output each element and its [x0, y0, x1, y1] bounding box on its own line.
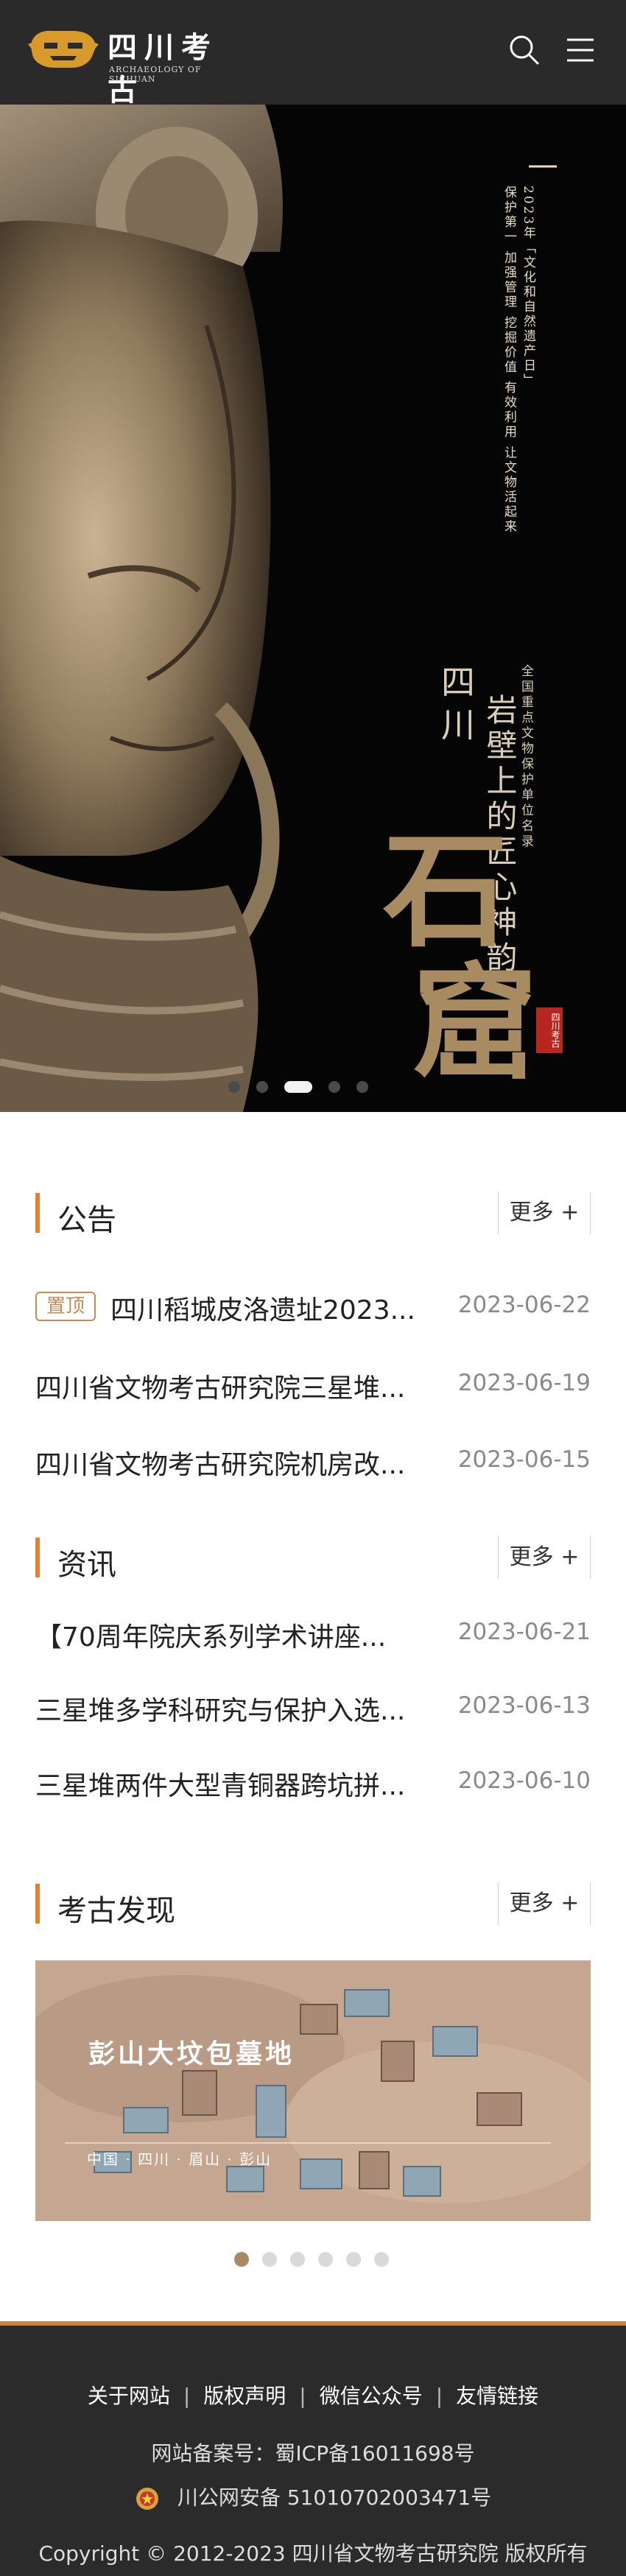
banner-region: 四川 [436, 664, 476, 750]
news-item-title[interactable]: 三星堆多学科研究与保护入选... [35, 1689, 426, 1728]
discovery-header: 考古发现 更多 + [35, 1882, 591, 1928]
news-more-button[interactable]: 更多 + [498, 1536, 591, 1579]
announcement-date: 2023-06-15 [457, 1446, 591, 1473]
banner-dot[interactable] [356, 1081, 368, 1093]
banner-dot[interactable] [256, 1081, 268, 1093]
announcements-title: 公告 [57, 1203, 116, 1237]
section-accent-bar [35, 1538, 40, 1577]
news-item-date: 2023-06-21 [457, 1619, 591, 1645]
discovery-card-subtitle: 中国 · 四川 · 眉山 · 彭山 [87, 2150, 272, 2168]
menu-button[interactable] [563, 34, 598, 66]
hero-banner-carousel[interactable]: 2023年「文化和自然遗产日」 保护第一 加强管理 挖掘价值 有效利用 让文物活… [0, 105, 626, 1112]
police-record-text: 川公网安备 51010702003471号 [177, 2485, 492, 2510]
news-item-date: 2023-06-13 [457, 1692, 591, 1719]
tomb-site-map-image [35, 1960, 591, 2221]
discovery-section: 考古发现 更多 + [35, 1882, 591, 1928]
announcements-more-button[interactable]: 更多 + [498, 1192, 591, 1234]
banner-pagination [228, 1078, 405, 1096]
discovery-dot[interactable] [346, 2252, 361, 2267]
announcement-title[interactable]: 四川省文物考古研究院三星堆... [35, 1367, 426, 1405]
copyright-text: Copyright © 2012-2023 四川省文物考古研究院 版权所有 [38, 2541, 588, 2566]
news-header: 资讯 更多 + [35, 1536, 591, 1582]
discovery-dot[interactable] [290, 2252, 305, 2267]
footer-link-friends[interactable]: 友情链接 [443, 2380, 552, 2410]
police-badge-icon [136, 2488, 158, 2510]
banner-dot[interactable] [228, 1081, 240, 1093]
banner-slogan-line2: 保护第一 加强管理 挖掘价值 有效利用 让文物活起来 [502, 186, 516, 535]
footer-separator: | [435, 2384, 443, 2408]
banner-dot[interactable] [284, 1081, 312, 1093]
discovery-dot[interactable] [318, 2252, 333, 2267]
logo-english-name: ARCHAEOLOGY OF SICHUAN [109, 65, 202, 84]
announcement-row[interactable]: 四川省文物考古研究院机房改... 2023-06-15 [35, 1437, 591, 1482]
discovery-dot[interactable] [234, 2252, 249, 2267]
pinned-badge: 置顶 [35, 1292, 96, 1321]
section-accent-bar [35, 1884, 40, 1924]
search-icon [510, 35, 539, 65]
news-row[interactable]: 三星堆多学科研究与保护入选... 2023-06-13 [35, 1683, 591, 1728]
footer-links: 关于网站 | 版权声明 | 微信公众号 | 友情链接 [0, 2380, 626, 2413]
news-row[interactable]: 三星堆两件大型青铜器跨坑拼... 2023-06-10 [35, 1759, 591, 1803]
search-button[interactable] [507, 32, 542, 68]
announcements-header: 公告 更多 + [35, 1192, 591, 1237]
announcements-section: 公告 更多 + 置顶 四川稻城皮洛遗址2023... 2023-06-22 四川… [35, 1192, 591, 1480]
footer-separator: | [183, 2384, 191, 2408]
announcement-title[interactable]: 四川省文物考古研究院机房改... [35, 1443, 426, 1482]
news-item-title[interactable]: 三星堆两件大型青铜器跨坑拼... [35, 1764, 426, 1803]
banner-slogan-line1: 2023年「文化和自然遗产日」 [521, 186, 535, 389]
discovery-slide[interactable]: 彭山大坟包墓地 中国 · 四川 · 眉山 · 彭山 [35, 1960, 591, 2221]
section-accent-bar [35, 1193, 40, 1233]
footer-separator: | [299, 2384, 306, 2408]
discovery-pagination [234, 2251, 396, 2268]
announcement-row[interactable]: 四川省文物考古研究院三星堆... 2023-06-19 [35, 1361, 591, 1405]
news-section: 资讯 更多 + 【70周年院庆系列学术讲座... 2023-06-21 三星堆多… [35, 1536, 591, 1801]
announcement-date: 2023-06-19 [457, 1370, 591, 1396]
site-footer: 关于网站 | 版权声明 | 微信公众号 | 友情链接 网站备案号：蜀ICP备16011698… [0, 2321, 626, 2576]
footer-link-wechat[interactable]: 微信公众号 [306, 2380, 436, 2410]
police-record[interactable]: 川公网安备 51010702003471号 [0, 2482, 626, 2511]
discovery-dot[interactable] [374, 2252, 389, 2267]
news-item-date: 2023-06-10 [457, 1767, 591, 1794]
discovery-dot[interactable] [262, 2252, 277, 2267]
news-item-title[interactable]: 【70周年院庆系列学术讲座... [35, 1616, 426, 1654]
announcement-date: 2023-06-22 [457, 1292, 591, 1318]
site-header: 四川考古 ARCHAEOLOGY OF SICHUAN [0, 0, 626, 108]
banner-dot[interactable] [328, 1081, 340, 1093]
red-seal-stamp: 四川考古 [536, 1007, 563, 1053]
bronze-mask-logo-icon [28, 30, 99, 68]
footer-link-copyright[interactable]: 版权声明 [190, 2380, 299, 2410]
discovery-more-button[interactable]: 更多 + [498, 1882, 591, 1925]
footer-link-about[interactable]: 关于网站 [74, 2380, 183, 2410]
announcement-title[interactable]: 四川稻城皮洛遗址2023... [110, 1289, 427, 1327]
banner-calligraphy-char-2: 窟 [412, 950, 538, 1097]
site-logo[interactable]: 四川考古 ARCHAEOLOGY OF SICHUAN [28, 22, 249, 108]
news-row[interactable]: 【70周年院庆系列学术讲座... 2023-06-21 [35, 1610, 591, 1654]
icp-record[interactable]: 网站备案号：蜀ICP备16011698号 [0, 2438, 626, 2467]
discovery-title: 考古发现 [57, 1894, 175, 1928]
announcement-row[interactable]: 置顶 四川稻城皮洛遗址2023... 2023-06-22 [35, 1283, 591, 1327]
hamburger-icon [567, 38, 594, 62]
news-title: 资讯 [57, 1548, 116, 1582]
discovery-card-title: 彭山大坟包墓地 [88, 2038, 295, 2069]
